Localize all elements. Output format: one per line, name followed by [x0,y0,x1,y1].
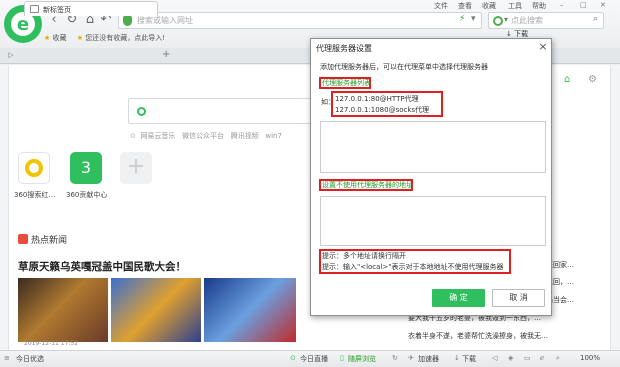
search-logo-icon [25,159,43,177]
hot-news-icon [18,234,28,244]
quick-link[interactable]: 网易云音乐 [140,132,175,140]
phone-icon: ▯ [340,354,344,362]
refresh-icon[interactable]: ↻ [392,354,398,362]
menu-tools[interactable]: 工具 [508,1,522,11]
status-live[interactable]: 今日直播 [300,354,328,364]
clean-icon[interactable]: ◈ [508,354,513,362]
proxy-list-label: 代理服务器列表 [322,79,371,87]
news-image[interactable] [204,278,296,342]
menu-file[interactable]: 文件 [434,1,448,11]
home-page-icon[interactable]: ⌂ [564,74,570,85]
newpage-search-input[interactable] [128,98,332,124]
status-accelerator[interactable]: 加速器 [418,354,439,364]
bypass-textarea[interactable] [320,196,546,246]
proxy-settings-dialog: 代理服务器设置 × 添加代理服务器后，可以在代理菜单中选择代理服务器 代理服务器… [310,38,552,316]
bookmarks-import-hint[interactable]: 您还没有收藏，点此导入! [85,34,165,42]
dialog-description: 添加代理服务器后，可以在代理菜单中选择代理服务器 [320,63,488,71]
sidebar-toggle-icon[interactable]: ▷ [8,51,13,59]
tile-label: 360贡献中心 [66,191,108,199]
news-headline[interactable]: 草原天籁乌英嘎冠盖中国民歌大会！ [18,259,186,274]
download-icon: ↓ [454,354,460,362]
star-icon: ★ [44,34,51,42]
zoom-icon[interactable]: ⌕ [556,354,560,363]
status-bar: ≡ 今日优选 ⊙ 今日直播 ▯ 随屏浏览 ↻ ✈ 加速器 ↓ 下载 ◁ ◈ ▭ … [0,350,620,367]
quick-link[interactable]: win7 [265,132,282,140]
search-box[interactable]: ▾ 点此搜索 ⌕ [488,12,604,29]
shield-icon [123,16,132,26]
accelerator-icon: ✈ [408,354,414,362]
address-bar[interactable]: 搜索或输入网址 ⚡ ▾ [118,12,482,29]
news-image[interactable] [18,278,108,342]
status-download[interactable]: 下载 [462,354,476,364]
dropdown-arrow-icon[interactable]: ▾ [471,14,476,24]
news-item[interactable]: 衣着半身不遂，老婆帮忙洗澡擦身，被我无… [408,331,608,341]
example-line: 127.0.0.1:80@HTTP代理 [335,95,419,103]
download-label: 下载 [514,30,529,38]
sound-icon[interactable]: ◁ [492,354,497,362]
search-placeholder: 点此搜索 [511,16,543,25]
search-dropdown-icon[interactable]: ▾ [504,15,508,24]
maximize-icon[interactable]: □ [580,1,587,9]
bookmarks-fav[interactable]: 收藏 [53,34,67,42]
tip-line: 提示：多个地址请换行隔开 [322,252,406,260]
search-engine-icon [137,107,146,116]
tile-digit: 3 [80,158,92,177]
quick-link[interactable]: 微信公众平台 [182,132,224,140]
quick-link[interactable]: 腾讯视频 [231,132,259,140]
settings-gear-icon[interactable]: ⚙ [588,74,597,85]
tab-new-page[interactable]: 新标签页 [24,1,158,16]
example-line: 127.0.0.1:1080@socks代理 [335,106,430,114]
star-icon: ★ [76,34,84,42]
dialog-close-icon[interactable]: × [537,40,549,53]
history-icon: ⊙ [130,132,136,140]
dialog-title: 代理服务器设置 [316,44,372,53]
quick-links: ⊙ 网易云音乐 微信公众平台 腾讯视频 win7 [130,131,282,141]
minimize-icon[interactable]: – [560,1,564,9]
tab-label: 新标签页 [43,6,71,14]
lightning-icon[interactable]: ⚡ [459,14,465,24]
window-close-icon[interactable]: ✕ [600,1,606,9]
cancel-button[interactable]: 取 消 [492,289,545,307]
window-icon[interactable]: ▭ [524,354,531,362]
new-tab-icon[interactable]: + [162,49,170,60]
ie-icon[interactable]: ℯ [540,354,544,362]
status-browse[interactable]: 随屏浏览 [348,354,376,364]
right-sidebar [610,65,620,350]
search-engine-icon[interactable] [493,16,503,26]
left-sidebar [0,65,9,350]
tip-line: 提示：输入"<local>"表示对于本地地址不使用代理服务器 [322,263,504,271]
tile-360-search[interactable] [18,152,50,184]
zoom-level[interactable]: 100% [580,354,600,362]
page-icon [30,5,39,13]
tile-contribution-center[interactable]: 3 [70,152,102,184]
live-icon: ⊙ [290,354,296,362]
add-tile-icon[interactable]: + [120,152,152,184]
news-timestamp: 2019-12-11 17:52 [24,340,79,347]
menu-help[interactable]: 帮助 [532,1,546,11]
search-icon[interactable]: ⌕ [593,14,598,24]
hot-news-title: 热点新闻 [31,236,68,246]
ok-button[interactable]: 确 定 [432,289,485,307]
address-placeholder: 搜索或输入网址 [137,16,193,25]
tile-label: 360搜索红… [14,191,56,199]
bypass-label: 设置不使用代理服务器的地址 [322,181,413,189]
menu-view[interactable]: 查看 [458,1,472,11]
menu-favorites[interactable]: 收藏 [482,1,496,11]
status-daily-picks[interactable]: 今日优选 [16,354,44,364]
news-image[interactable] [111,278,201,342]
proxy-list-textarea[interactable] [320,121,546,173]
menu-icon[interactable]: ≡ [4,354,10,362]
